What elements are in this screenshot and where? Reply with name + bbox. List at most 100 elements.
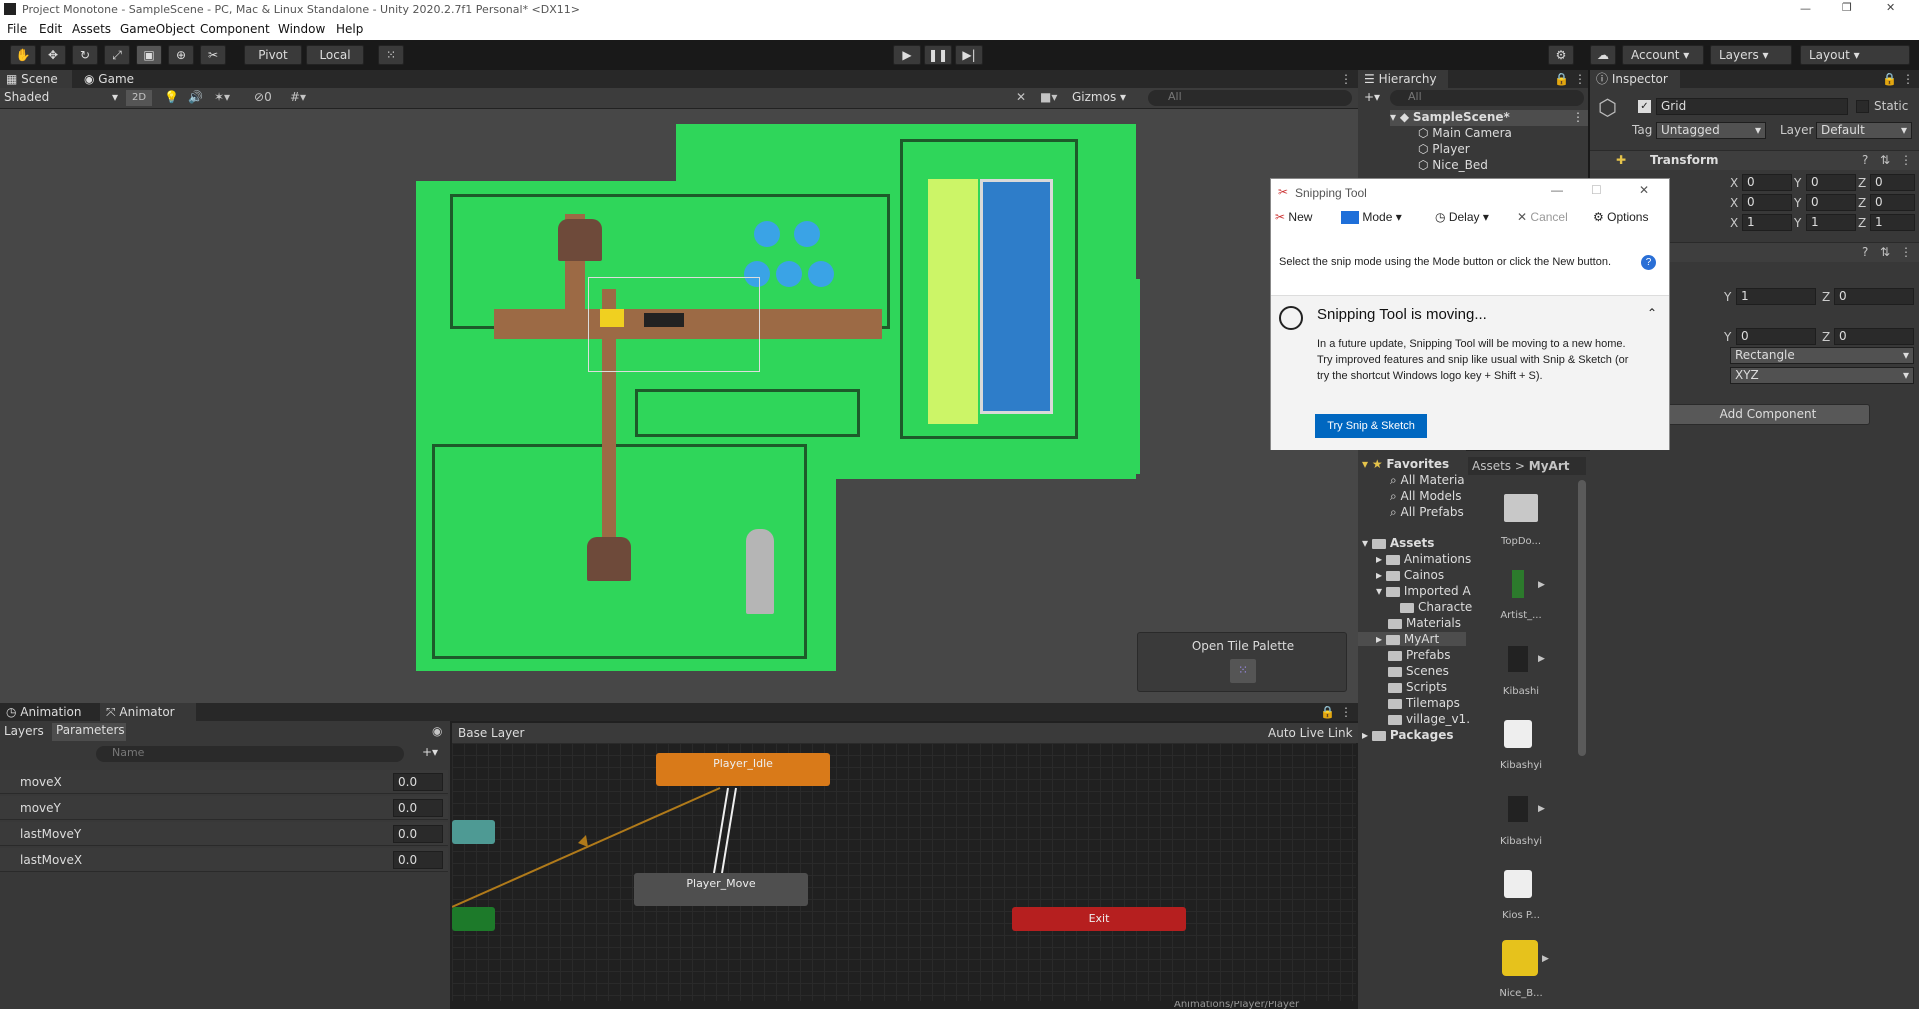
project-scrollbar[interactable] [1578, 480, 1586, 756]
scene-viewport[interactable]: Open Tile Palette ⁙ [0, 109, 1358, 703]
menu-gameobject[interactable]: GameObject [120, 22, 195, 36]
gizmos-dropdown[interactable]: Gizmos ▾ [1072, 90, 1142, 106]
cloud-icon[interactable]: ☁ [1590, 45, 1616, 65]
local-button[interactable]: Local [306, 45, 364, 65]
menu-edit[interactable]: Edit [39, 22, 62, 36]
scale-tool-icon[interactable]: ⤢ [104, 45, 130, 65]
play-icon[interactable]: ▶ [1538, 804, 1545, 814]
favorites-header[interactable]: ▾ ★ Favorites [1362, 457, 1449, 471]
cell-layout-dropdown[interactable]: Rectangle ▾ [1730, 347, 1914, 364]
menu-help[interactable]: Help [336, 22, 363, 36]
asset-sprite-icon[interactable] [1502, 940, 1538, 976]
scene-menu-icon[interactable]: ⋮ [1340, 72, 1352, 86]
help-icon[interactable]: ? [1862, 153, 1868, 167]
scale-y-field[interactable]: 1 [1806, 214, 1856, 231]
assets-root[interactable]: ▾ Assets [1362, 536, 1434, 550]
folder-item-selected[interactable]: ▸ MyArt [1358, 632, 1466, 646]
folder-item[interactable]: Scripts [1388, 680, 1447, 694]
delay-button[interactable]: ◷ Delay ▾ [1435, 210, 1489, 230]
tile-palette-icon[interactable]: ⁙ [1230, 659, 1256, 683]
try-snip-sketch-button[interactable]: Try Snip & Sketch [1315, 414, 1427, 438]
asset-sprite-icon[interactable] [1508, 796, 1528, 822]
folder-item[interactable]: Tilemaps [1388, 696, 1460, 710]
settings-icon[interactable]: ⇅ [1880, 153, 1890, 167]
rot-y-field[interactable]: 0 [1806, 194, 1856, 211]
base-layer-breadcrumb[interactable]: Base Layer [458, 726, 525, 740]
audio-icon[interactable]: 🔊 [188, 90, 203, 104]
animator-graph[interactable]: Player_Idle Player_Move Exit [452, 743, 1356, 1001]
cell-swizzle-dropdown[interactable]: XYZ ▾ [1730, 367, 1914, 384]
component-menu-icon[interactable]: ⋮ [1900, 245, 1912, 259]
inspector-menu-icon[interactable]: ⋮ [1902, 72, 1914, 86]
tab-scene[interactable]: ▦ Scene [0, 70, 72, 88]
static-checkbox[interactable] [1856, 100, 1869, 113]
asset-sprite-icon[interactable] [1508, 646, 1528, 672]
hand-tool-icon[interactable]: ✋ [10, 45, 36, 65]
folder-item[interactable]: ▸ Animations [1376, 552, 1471, 566]
tag-dropdown[interactable]: Untagged ▾ [1656, 122, 1766, 139]
folder-item[interactable]: Characte [1400, 600, 1472, 614]
tab-parameters[interactable]: Parameters [52, 723, 126, 741]
close-icon[interactable]: ✕ [1886, 1, 1895, 14]
maximize-icon[interactable]: ☐ [1591, 183, 1602, 197]
pos-y-field[interactable]: 0 [1806, 174, 1856, 191]
settings-icon[interactable]: ⇅ [1880, 245, 1890, 259]
state-player-idle[interactable]: Player_Idle [656, 753, 830, 786]
cell-size-y-field[interactable]: 1 [1736, 288, 1816, 305]
parameter-row[interactable]: moveX 0.0 [0, 770, 448, 794]
menu-assets[interactable]: Assets [72, 22, 111, 36]
exit-state-node[interactable]: Exit [1012, 907, 1186, 931]
auto-live-link-button[interactable]: Auto Live Link [1268, 726, 1353, 740]
help-icon[interactable]: ? [1862, 245, 1868, 259]
animator-lock-icon[interactable]: 🔒 [1320, 705, 1335, 719]
effects-icon[interactable]: ✶▾ [214, 90, 230, 104]
grid-icon[interactable]: #▾ [290, 90, 306, 104]
lighting-icon[interactable]: 💡 [164, 90, 179, 104]
add-parameter-icon[interactable]: +▾ [422, 745, 438, 759]
cancel-button[interactable]: ✕ Cancel [1517, 210, 1568, 230]
minimize-icon[interactable]: — [1551, 183, 1563, 197]
play-button[interactable]: ▶ [893, 45, 921, 65]
options-button[interactable]: ⚙ Options [1593, 210, 1648, 230]
rot-x-field[interactable]: 0 [1742, 194, 1792, 211]
mode-2d-button[interactable]: 2D [126, 90, 152, 106]
asset-sprite-icon[interactable] [1512, 570, 1524, 598]
parameter-row[interactable]: lastMoveY 0.0 [0, 822, 448, 846]
collapse-icon[interactable]: ⌃ [1647, 306, 1657, 320]
tab-layers[interactable]: Layers [4, 724, 50, 742]
tab-hierarchy[interactable]: ☰ Hierarchy [1358, 70, 1448, 88]
tile-palette-overlay[interactable]: Open Tile Palette ⁙ [1137, 632, 1347, 692]
account-dropdown[interactable]: Account ▾ [1622, 45, 1704, 65]
parameter-row[interactable]: lastMoveX 0.0 [0, 848, 448, 872]
camera-icon[interactable]: ■▾ [1040, 90, 1057, 104]
folder-item[interactable]: ▾ Imported A [1376, 584, 1471, 598]
rect-tool-icon[interactable]: ▣ [136, 45, 162, 65]
pivot-button[interactable]: Pivot [244, 45, 302, 65]
hierarchy-lock-icon[interactable]: 🔒 [1554, 72, 1569, 86]
layout-dropdown[interactable]: Layout ▾ [1800, 45, 1910, 65]
cell-gap-y-field[interactable]: 0 [1736, 328, 1816, 345]
pos-z-field[interactable]: 0 [1870, 174, 1915, 191]
parameter-search-input[interactable]: Name [96, 746, 404, 762]
folder-item[interactable]: Prefabs [1388, 648, 1451, 662]
tab-animation[interactable]: ◷ Animation [0, 703, 96, 721]
close-icon[interactable]: ✕ [1639, 183, 1649, 197]
collab-icon[interactable]: ⚙ [1548, 45, 1574, 65]
asset-ase-icon[interactable] [1504, 720, 1532, 748]
hierarchy-search-input[interactable]: All [1390, 90, 1584, 106]
hierarchy-item-main-camera[interactable]: ⬡ Main Camera [1418, 126, 1512, 140]
entry-state-node[interactable] [452, 820, 495, 844]
parameter-row[interactable]: moveY 0.0 [0, 796, 448, 820]
maximize-icon[interactable]: ❐ [1842, 1, 1852, 14]
hierarchy-menu-icon[interactable]: ⋮ [1574, 72, 1586, 86]
scene-search-input[interactable]: All [1148, 90, 1352, 106]
play-icon[interactable]: ▶ [1538, 654, 1545, 664]
parameter-value-field[interactable]: 0.0 [393, 773, 443, 791]
tab-animator[interactable]: ⤧ Animator [100, 703, 196, 721]
favorite-item[interactable]: ⌕ All Prefabs [1390, 505, 1464, 520]
any-state-node[interactable] [452, 907, 495, 931]
help-icon[interactable]: ? [1641, 255, 1656, 270]
menu-file[interactable]: File [7, 22, 27, 36]
breadcrumb-root[interactable]: Assets [1472, 459, 1511, 473]
breadcrumb-leaf[interactable]: MyArt [1529, 459, 1570, 473]
